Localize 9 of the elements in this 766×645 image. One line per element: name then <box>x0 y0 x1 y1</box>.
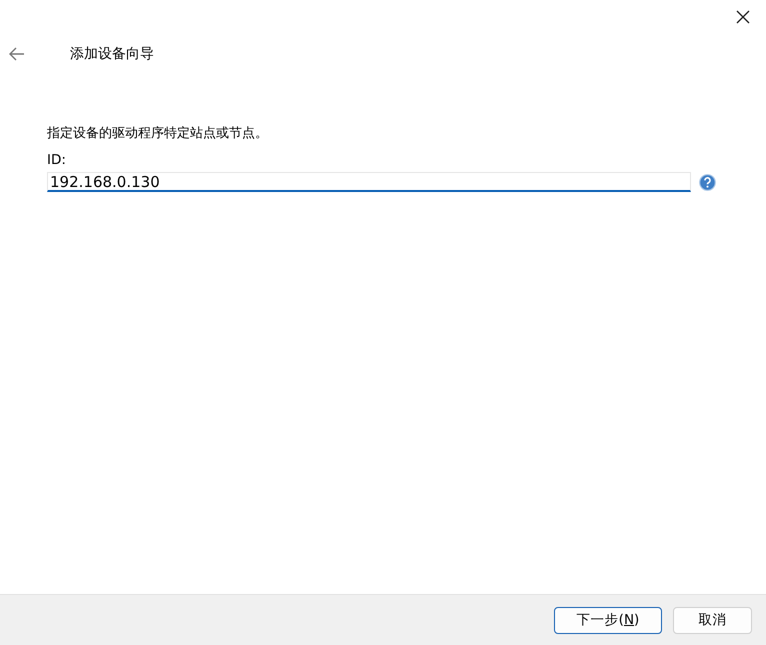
back-arrow-icon[interactable] <box>9 47 25 61</box>
close-icon[interactable] <box>736 10 750 24</box>
cancel-button[interactable]: 取消 <box>673 606 752 634</box>
field-label: ID: <box>47 152 67 168</box>
help-icon[interactable] <box>699 174 716 190</box>
window-title: 添加设备向导 <box>70 45 154 63</box>
instruction-text: 指定设备的驱动程序特定站点或节点。 <box>47 125 269 142</box>
id-input-field[interactable]: 192.168.0.130 <box>47 172 691 192</box>
next-button[interactable]: 下一步(N) <box>554 606 662 634</box>
